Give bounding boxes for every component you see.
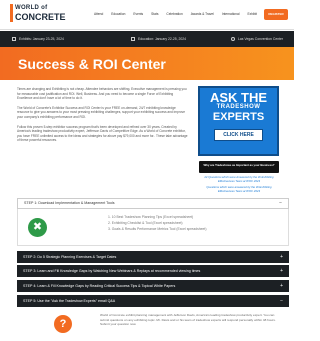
location-pin-icon <box>231 37 235 41</box>
step-1-list: 1. 10 Best Tradeshow Planning Tips (Exce… <box>108 214 207 232</box>
tools-icon: ✖ <box>28 218 47 237</box>
event-info-bar: Exhibits: January 23-25, 2024 Education:… <box>0 31 294 47</box>
intro-paragraph: Follow this proven 5-step exhibitor succ… <box>17 124 188 143</box>
top-nav: WORLD of CONCRETE Attend Education Event… <box>0 0 294 30</box>
exhibits-dates-text: Exhibits: January 23-25, 2024 <box>19 37 64 41</box>
ad-line-2: TRADESHOW <box>216 104 261 110</box>
intro-paragraph: The World of Concrete's Exhibitor Succes… <box>17 105 185 119</box>
page-title: Success & ROI Center <box>18 56 166 72</box>
hero-banner: Success & ROI Center <box>0 47 294 80</box>
logo-mark <box>10 4 13 22</box>
expand-icon[interactable]: + <box>280 251 283 263</box>
questions-answered-link[interactable]: 24 Questions which were Answered by the … <box>199 175 279 183</box>
intro-paragraph: Times are changing and Exhibiting is not… <box>17 87 187 101</box>
calendar-icon <box>12 37 16 41</box>
nav-link-stats[interactable]: Stats <box>151 12 158 16</box>
ad-line-1: ASK THE <box>209 90 268 105</box>
logo-bottom-text: CONCRETE <box>15 12 66 22</box>
step-5-description: World of Concrete exhibit planning manag… <box>100 313 276 326</box>
step-2-header[interactable]: STEP 2: Do 5 Strategic Planning Exercise… <box>17 251 289 263</box>
calendar-icon <box>131 37 135 41</box>
nav-link-attend[interactable]: Attend <box>94 12 103 16</box>
step-4-title: STEP 4: Learn & Fill Knowledge Gaps by R… <box>23 284 176 288</box>
step-5-body: ? World of Concrete exhibit planning man… <box>17 309 289 341</box>
step-4-header[interactable]: STEP 4: Learn & Fill Knowledge Gaps by R… <box>17 280 289 292</box>
step-3-header[interactable]: STEP 3: Learn and Fill Knowledge Gaps by… <box>17 265 289 277</box>
nav-link-exhibit[interactable]: Exhibit <box>247 12 257 16</box>
nav-link-education[interactable]: Education <box>111 12 125 16</box>
collapse-icon[interactable]: − <box>279 199 282 208</box>
ad-line-3: EXPERTS <box>212 111 265 123</box>
intro-text: Times are changing and Exhibiting is not… <box>17 87 189 148</box>
step-2-title: STEP 2: Do 5 Strategic Planning Exercise… <box>23 255 117 259</box>
ask-experts-ad[interactable]: ASK THE TRADESHOW EXPERTS CLICK HERE <box>198 86 279 156</box>
location-text: Las Vegas Convention Center <box>238 37 284 41</box>
question-icon: ? <box>54 315 72 333</box>
collapse-icon[interactable]: − <box>280 295 283 307</box>
step-1-body: ✖ 1. 10 Best Tradeshow Planning Tips (Ex… <box>17 209 289 246</box>
expand-icon[interactable]: + <box>280 265 283 277</box>
location[interactable]: Las Vegas Convention Center <box>231 37 283 41</box>
nav-link-events[interactable]: Events <box>133 12 143 16</box>
nav-links: Attend Education Events Stats Celebratio… <box>94 12 257 16</box>
questions-answered-link-2[interactable]: Questions which were answered by the ID … <box>199 185 279 193</box>
site-logo[interactable]: WORLD of CONCRETE <box>10 4 66 26</box>
nav-link-international[interactable]: International <box>222 12 240 16</box>
nav-link-celebration[interactable]: Celebration <box>166 12 182 16</box>
list-item[interactable]: 3. Goals & Results Performance Metrics T… <box>108 226 207 232</box>
education-dates: Education: January 22-25, 2024 <box>131 37 186 41</box>
step-5-title: STEP 5: Use the "Ask the Tradeshow Exper… <box>23 299 116 303</box>
logo-top-text: WORLD of <box>15 5 48 11</box>
step-5-header[interactable]: STEP 5: Use the "Ask the Tradeshow Exper… <box>17 295 289 307</box>
step-3-title: STEP 3: Learn and Fill Knowledge Gaps by… <box>23 269 201 273</box>
tradeshow-importance-button[interactable]: Why are Tradeshows as Important as your … <box>199 161 279 173</box>
click-here-button[interactable]: CLICK HERE <box>214 129 263 141</box>
expand-icon[interactable]: + <box>280 280 283 292</box>
education-dates-text: Education: January 22-25, 2024 <box>138 37 187 41</box>
register-button[interactable]: REGISTER <box>264 9 288 20</box>
step-1-header[interactable]: STEP 1: Download Implementation & Manage… <box>17 198 289 209</box>
exhibits-dates: Exhibits: January 23-25, 2024 <box>12 37 64 41</box>
nav-link-awards[interactable]: Awards & Travel <box>191 12 214 16</box>
step-1-title: STEP 1: Download Implementation & Manage… <box>24 201 115 205</box>
